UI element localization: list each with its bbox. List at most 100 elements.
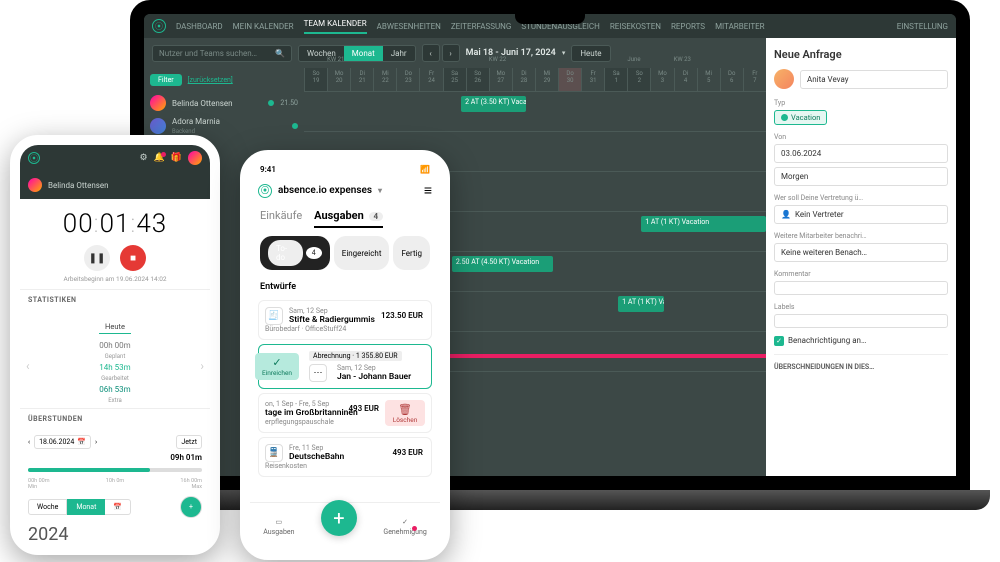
logo-icon[interactable]: ⦿ [28,152,40,164]
nav-expenses[interactable]: ▭Ausgaben [263,518,294,536]
nav-team-calendar[interactable]: TEAM KALENDER [304,19,367,34]
seg-todo[interactable]: To-do4 [260,236,330,270]
stat-value: 06h 53m [28,385,202,394]
nav-travel[interactable]: REISEKOSTEN [610,22,661,31]
person-select[interactable]: Anita Vevay [800,70,948,89]
prev-icon[interactable]: ‹ [26,359,30,373]
field-label: Weitere Mitarbeiter benachri… [774,232,948,240]
from-date-input[interactable]: 03.06.2024 [774,144,948,163]
app-header: ⦿ absence.io expenses ▾ ≡ [250,178,440,203]
from-time-select[interactable]: Morgen [774,167,948,186]
person-row[interactable]: Belinda Ottensen 21.50 [150,92,298,114]
person-name: Adora Marnia [172,117,220,126]
seg-month[interactable]: Monat [67,499,105,515]
nav-settings[interactable]: EINSTELLUNG [897,22,948,31]
pause-button[interactable]: ❚❚ [84,245,110,271]
more-icon[interactable]: ⋯ [309,364,327,382]
overtime-value: 09h 01m [28,453,202,462]
month-summary[interactable]: Juni 66h 32m / 160h 00m ✎ [20,545,210,555]
avatar[interactable] [188,151,202,165]
expense-card[interactable]: 🧾 Sam, 12 Sep Stifte & Radiergummis Büro… [258,300,432,340]
menu-icon[interactable]: ≡ [424,182,432,199]
next-icon[interactable]: › [200,359,204,373]
today-button[interactable]: Heute [571,45,610,62]
field-label: Labels [774,303,948,311]
nav-employees[interactable]: MITARBEITER [715,22,765,31]
vacation-event[interactable]: 1 AT (1 KT) Vacation [618,296,664,312]
avatar [150,95,166,111]
next-date-icon[interactable]: › [95,438,97,446]
logo-icon[interactable]: ⦿ [152,19,166,33]
expense-card[interactable]: 🚆 Fre, 11 Sep DeutscheBahn Reisenkosten … [258,437,432,477]
expense-card[interactable]: on, 1 Sep - Fre, 5 Sep tage im Großbrita… [258,393,432,433]
panel-person[interactable]: Anita Vevay [774,69,948,89]
phone-timer: ⦿ ⚙ 🔔 🎁 Belinda Ottensen 00:01:43 ❚❚ ■ A… [10,135,220,555]
stat-label: Gearbeitet [28,375,202,382]
train-icon: 🚆 [265,444,283,462]
labels-input[interactable] [774,314,948,328]
nav-time-tracking[interactable]: ZEITERFASSUNG [451,22,511,31]
user-row[interactable]: Belinda Ottensen [20,171,210,199]
logo-icon[interactable]: ⦿ [258,184,272,198]
view-month[interactable]: Monat [344,46,383,61]
timer-display: 00:01:43 [20,209,210,239]
gift-icon[interactable]: 🎁 [171,153,182,163]
seg-week[interactable]: Woche [28,499,67,515]
timer-subtitle: Arbeitsbeginn am 19.06.2024 14:02 [20,275,210,283]
next-icon[interactable]: › [442,44,460,62]
avatar [774,69,794,89]
week-label: KW 22 [489,56,506,63]
stat-label: Geplant [28,353,202,360]
overlaps-heading: ÜBERSCHNEIDUNGEN IN DIES… [774,363,948,371]
bell-icon[interactable]: 🔔 [154,153,165,163]
approve-icon: ✓ [402,518,408,526]
vacation-event[interactable]: 2.50 AT (4.50 KT) Vacation [452,256,554,272]
comment-input[interactable] [774,281,948,295]
stats-heading: STATISTIKEN [20,289,210,310]
amount: 493 EUR [348,404,379,413]
nav-approval[interactable]: ✓Genehmigung [383,518,426,536]
tab-purchases[interactable]: Einkäufe [260,209,302,228]
view-year[interactable]: Jahr [383,46,415,61]
submit-action[interactable]: ✓Einreichen [255,353,299,380]
view-segmented[interactable]: Wochen Monat Jahr [298,45,416,62]
add-fab[interactable]: + [321,500,357,536]
tab-expenses[interactable]: Ausgaben 4 [314,209,383,228]
section-drafts: Entwürfe [250,278,440,296]
balance: 21.50 [280,99,298,107]
vacation-event[interactable]: 2 AT (3.50 KT) Vacation [461,96,526,112]
seg-done[interactable]: Fertig [393,236,430,270]
notify-checkbox-row[interactable]: ✓Benachrichtigung an… [774,336,948,346]
filter-button[interactable]: Filter [150,74,182,86]
trash-icon: 🗑 [398,403,412,416]
amount: 123.50 EUR [381,311,423,320]
prev-icon[interactable]: ‹ [422,44,440,62]
panel-title: Neue Anfrage [774,48,948,61]
type-chip[interactable]: Vacation [774,110,827,125]
card-icon: ▭ [276,518,283,526]
gear-icon[interactable]: ⚙ [139,153,147,163]
prev-date-icon[interactable]: ‹ [28,438,30,446]
notify-more-input[interactable]: Keine weiteren Benach… [774,243,948,262]
chevron-down-icon[interactable]: ▾ [562,49,566,57]
chevron-down-icon[interactable]: ▾ [378,186,382,195]
nav-my-calendar[interactable]: MEIN KALENDER [233,22,294,31]
today-tab[interactable]: Heute [99,320,131,334]
search-input[interactable]: Nutzer und Teams suchen…🔍 [152,45,292,62]
reset-filter-link[interactable]: [zurücksetzen] [188,76,233,84]
date-picker[interactable]: 18.06.2024📅 [34,435,91,449]
edit-icon[interactable]: ✎ [126,546,133,555]
nav-dashboard[interactable]: DASHBOARD [176,22,223,31]
now-button[interactable]: Jetzt [176,435,202,449]
calendar-icon[interactable]: 📅 [105,499,131,515]
calendar-header: So19Mo20Di21Mi22Do23Fr24Sa25So26Mo27Di28… [304,68,766,92]
seg-submitted[interactable]: Eingereicht [334,236,390,270]
vacation-event[interactable]: 1 AT (1 KT) Vacation [641,216,766,232]
stop-button[interactable]: ■ [120,245,146,271]
delete-action[interactable]: 🗑Löschen [385,400,425,426]
nav-reports[interactable]: REPORTS [671,22,705,31]
add-button[interactable]: + [180,496,202,518]
nav-absences[interactable]: ABWESENHEITEN [377,22,441,31]
expense-folder-card[interactable]: ✓Einreichen Abrechnung · 1 355.80 EUR ⋯ … [258,344,432,389]
representative-select[interactable]: 👤Kein Vertreter [774,205,948,224]
